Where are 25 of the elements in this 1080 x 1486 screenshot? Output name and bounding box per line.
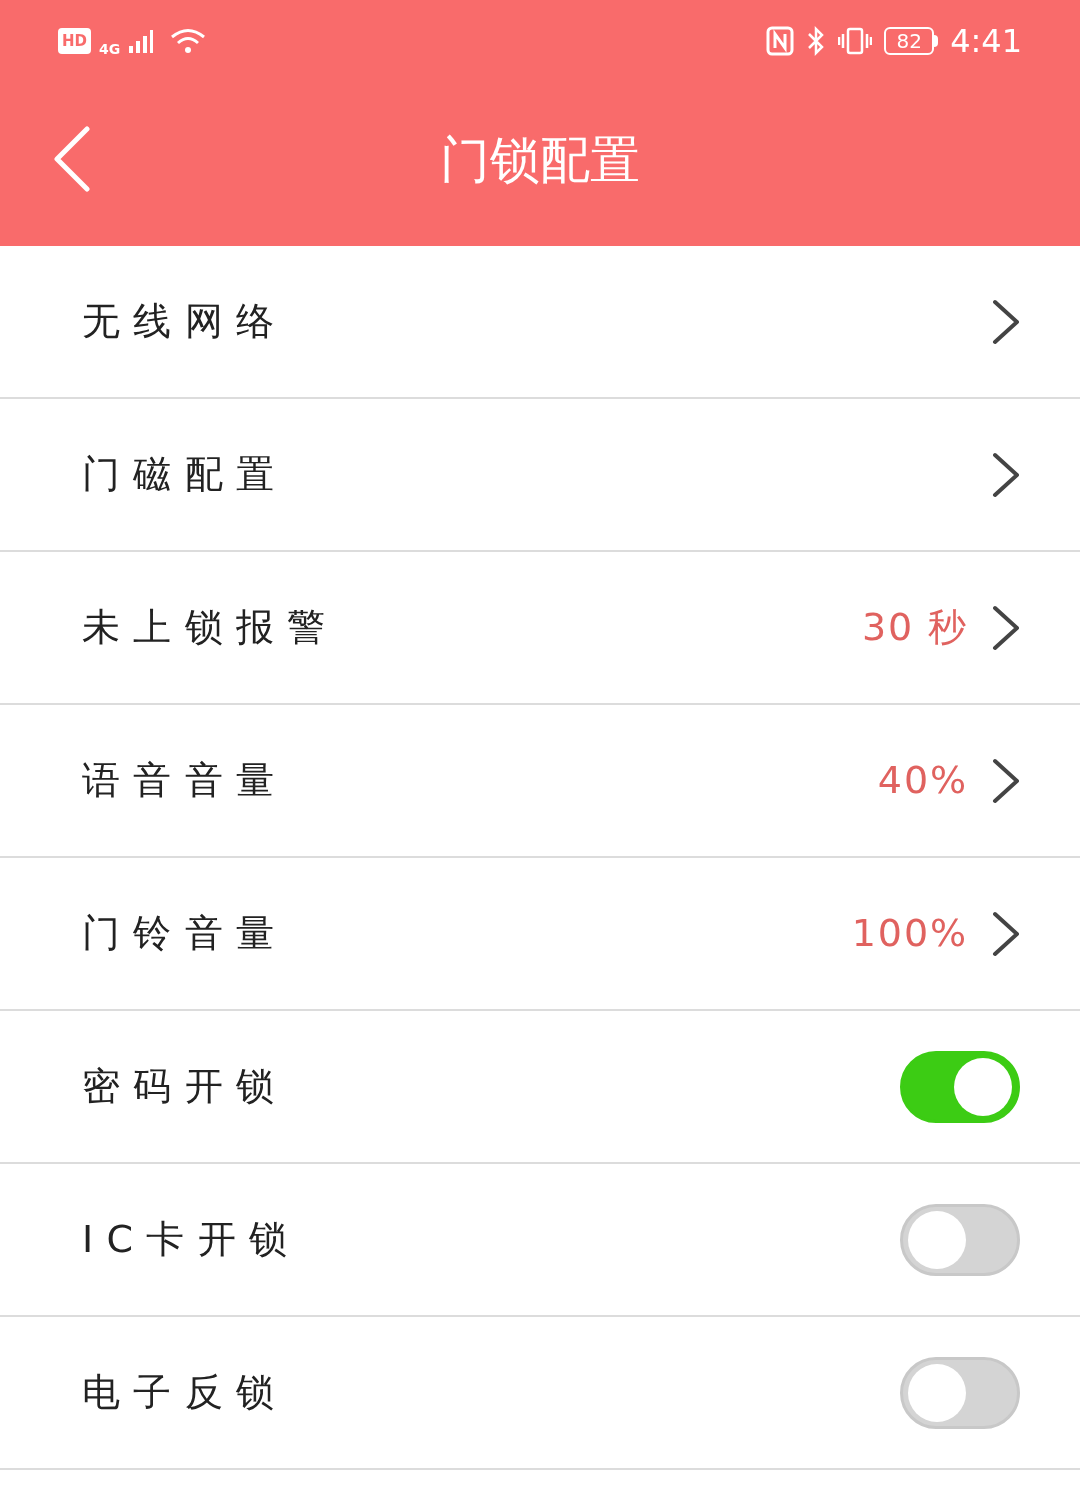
page-title: 门锁配置: [440, 129, 640, 191]
wifi-icon: [170, 27, 207, 55]
chevron-right-icon: [992, 451, 1020, 498]
setting-value: 30 秒: [861, 604, 968, 651]
chevron-right-icon: [992, 298, 1020, 345]
setting-value: 100%: [851, 910, 968, 957]
setting-label: IC卡开锁: [82, 1216, 301, 1263]
hd-badge: HD: [58, 28, 91, 54]
setting-value: 40%: [877, 757, 968, 804]
signal-icon: [128, 28, 155, 54]
chevron-right-icon: [992, 910, 1020, 957]
vibrate-icon: [838, 26, 873, 56]
setting-label: 未上锁报警: [82, 604, 339, 651]
chevron-right-icon: [992, 757, 1020, 804]
clock: 4:41: [950, 21, 1022, 62]
setting-label: 密码开锁: [82, 1063, 288, 1110]
setting-label: 门磁配置: [82, 451, 288, 498]
setting-label: 电子反锁: [82, 1369, 288, 1416]
nfc-icon: [766, 26, 795, 56]
setting-label: 无线网络: [82, 298, 288, 345]
setting-label: 语音音量: [82, 757, 288, 804]
setting-label: 门铃音量: [82, 910, 288, 957]
network-type: 4G: [99, 39, 121, 59]
back-icon[interactable]: [52, 126, 92, 192]
chevron-right-icon: [992, 604, 1020, 651]
